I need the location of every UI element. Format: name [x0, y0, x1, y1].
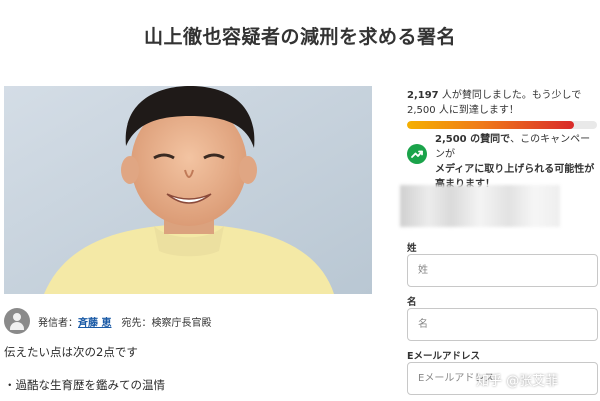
email-label: Eメールアドレス [407, 351, 480, 362]
media-notice-line2: メディアに取り上げられる可能性が [435, 164, 595, 175]
starter-label: 発信者： [38, 317, 78, 329]
starter-name-link[interactable]: 斉藤 恵 [78, 314, 111, 329]
signature-count: 2,197 人が賛同しました。もう少しで 2,500 人に到達します！ [407, 88, 597, 118]
avatar-icon [4, 308, 30, 334]
campaign-starter: 発信者： 斉藤 恵 宛先：検察庁長官殿 [4, 307, 374, 335]
body-bullet: ・過酷な生育歴を鑑みての温情 [4, 378, 165, 392]
media-notice-goal: 2,500 [435, 134, 467, 145]
signature-goal-suffix: 人に到達します！ [435, 105, 519, 116]
signature-progress-fill [407, 121, 574, 129]
signature-count-suffix: 人が賛同しました。 [438, 90, 532, 101]
signature-count-number: 2,197 [407, 90, 439, 101]
page-title: 山上徹也容疑者の減刑を求める署名 [143, 26, 456, 48]
media-notice: 2,500 の賛同で、このキャンペーンが メディアに取り上げられる可能性が 高ま… [407, 132, 599, 190]
signature-progress-bar [407, 121, 597, 129]
first-name-label: 名 [407, 297, 417, 308]
media-notice-text: 2,500 の賛同で、このキャンペーンが メディアに取り上げられる可能性が 高ま… [435, 132, 597, 192]
first-name-input[interactable] [407, 308, 598, 341]
body-paragraph: 伝えたい点は次の2点です [4, 345, 138, 359]
campaign-photo [4, 86, 372, 294]
signature-remaining-text: もう少しで [531, 90, 582, 101]
media-notice-mid: の賛同で [466, 134, 511, 145]
last-name-label: 姓 [407, 243, 417, 254]
trending-up-icon [407, 144, 427, 164]
blurred-signer-list [400, 185, 560, 227]
watermark: 知乎 @张艾菲 [476, 374, 559, 389]
last-name-input[interactable] [407, 254, 598, 287]
child-portrait-image [4, 86, 372, 294]
recipient-label: 宛先：検察庁長官殿 [121, 317, 212, 329]
signature-goal-number: 2,500 [407, 105, 436, 116]
